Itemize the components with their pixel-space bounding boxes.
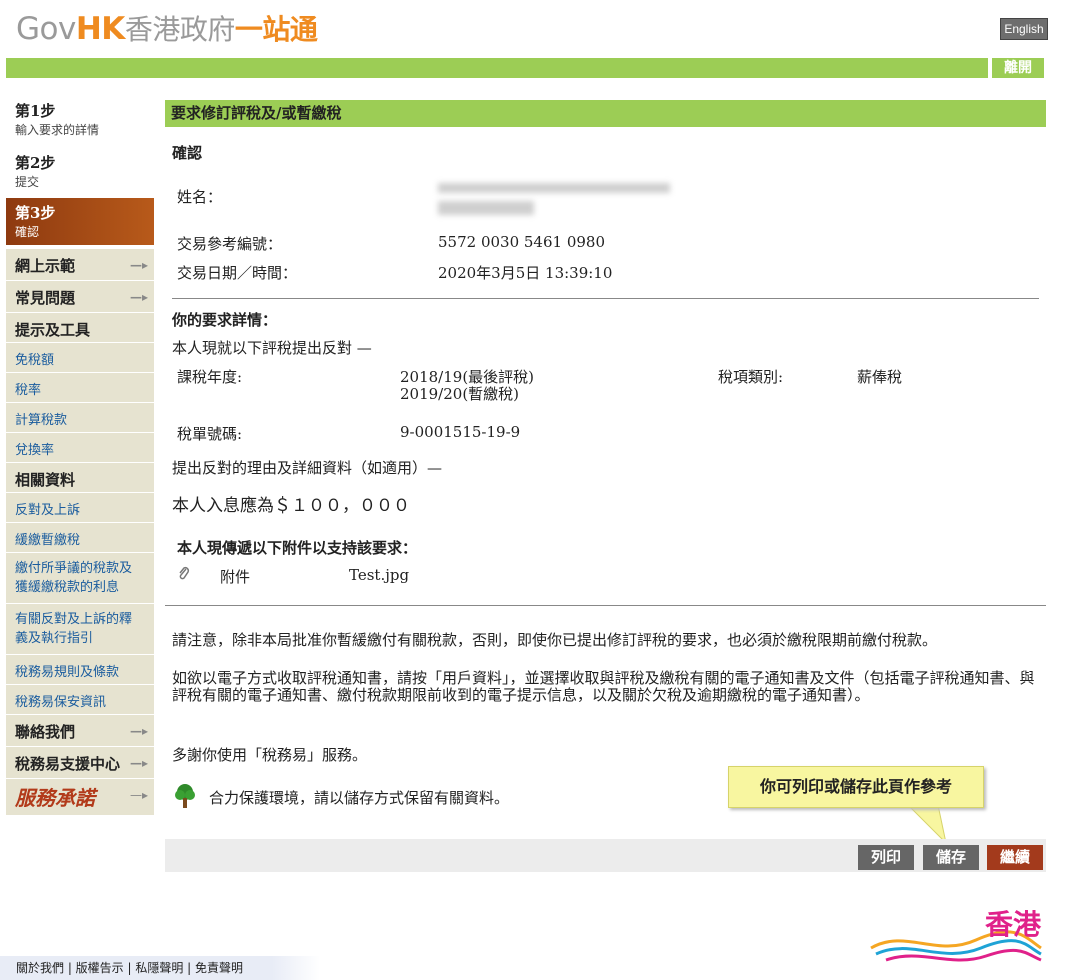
arrow-right-icon: —▸ <box>129 258 148 272</box>
sidebar-item-objection[interactable]: 反對及上訴 <box>6 493 154 523</box>
reason-value: 本人入息應為＄１００，０００ <box>172 496 410 516</box>
paperclip-icon <box>177 566 191 582</box>
english-button[interactable]: English <box>1000 18 1048 40</box>
arrow-right-icon: —▸ <box>129 290 148 304</box>
sidebar-item-exchange[interactable]: 兌換率 <box>6 433 154 463</box>
step-subtitle: 確認 <box>15 225 40 239</box>
logo-hk-text: HK <box>75 11 125 47</box>
reason-label: 提出反對的理由及詳細資料（如適用）— <box>172 459 443 477</box>
year-value-2: 2019/20(暫繳稅) <box>400 385 520 403</box>
sidebar-item-support[interactable]: 稅務易支援中心 —▸ <box>6 747 154 779</box>
sidebar-item-label: 常見問題 <box>15 289 76 307</box>
sidebar-item-label: 緩繳暫繳稅 <box>15 533 81 548</box>
logo-cn2-text: 一站通 <box>234 13 318 46</box>
step-1: 第1步 輸入要求的詳情 <box>6 96 154 148</box>
sidebar-item-contact[interactable]: 聯絡我們 —▸ <box>6 715 154 747</box>
note-e-notice: 如欲以電子方式收取評稅通知書，請按「用戶資料」，並選擇收取與評稅及繳稅有關的電子… <box>172 669 1035 704</box>
sidebar-item-label: 免稅額 <box>15 353 55 368</box>
continue-button[interactable]: 繼續 <box>987 845 1043 870</box>
print-button[interactable]: 列印 <box>858 845 914 870</box>
sidebar-item-label: 義及執行指引 <box>15 631 94 646</box>
sidebar-item-security[interactable]: 稅務易保安資訊 <box>6 685 154 715</box>
sidebar-item-label: 獲緩繳稅款的利息 <box>15 580 120 595</box>
sidebar-item-faq[interactable]: 常見問題 —▸ <box>6 281 154 313</box>
tax-type-value: 薪俸稅 <box>857 368 903 386</box>
eco-text: 合力保護環境，請以儲存方式保留有關資料。 <box>209 789 510 807</box>
attach-file-link[interactable]: Test.jpg <box>349 566 409 584</box>
sidebar-item-label: 反對及上訴 <box>15 503 81 518</box>
name-redacted <box>438 201 534 215</box>
step-3-active: 第3步 確認 <box>6 198 154 245</box>
sidebar-heading-tips: 提示及工具 <box>6 313 154 343</box>
sidebar-item-guide[interactable]: 有關反對及上訴的釋 義及執行指引 <box>6 604 154 655</box>
logo-gov-text: Gov <box>16 11 76 47</box>
name-label: 姓名： <box>177 188 223 206</box>
sidebar-item-label: 稅務易支援中心 <box>15 755 121 773</box>
attach-heading: 本人現傳遞以下附件以支持該要求： <box>177 539 418 557</box>
step-2: 第2步 提交 <box>6 148 154 198</box>
attach-label: 附件 <box>220 568 251 586</box>
txn-value: 5572 0030 5461 0980 <box>438 233 605 251</box>
sidebar-item-pledge[interactable]: 服務承諾 —▸ <box>6 779 154 816</box>
confirm-heading: 確認 <box>172 144 203 162</box>
logout-button[interactable]: 離開 <box>990 58 1044 78</box>
notice-value: 9-0001515-19-9 <box>400 423 521 441</box>
objection-intro: 本人現就以下評稅提出反對 — <box>172 339 372 357</box>
notice-label: 稅單號碼: <box>177 425 243 443</box>
name-redacted <box>438 183 670 193</box>
date-value: 2020年3月5日 13:39:10 <box>438 264 613 282</box>
save-print-tooltip: 你可列印或儲存此頁作參考 <box>728 766 984 808</box>
step-title: 第1步 <box>15 102 56 120</box>
sidebar-item-label: 服務承諾 <box>15 786 95 810</box>
sidebar-item-label: 聯絡我們 <box>15 723 76 741</box>
sidebar-item-demo[interactable]: 網上示範 —▸ <box>6 249 154 281</box>
sidebar-item-label: 繳付所爭議的稅款及 <box>15 561 133 576</box>
divider <box>165 605 1046 606</box>
logo-cn-text: 香港政府 <box>124 13 236 46</box>
arrow-right-icon: —▸ <box>129 788 148 802</box>
note-pay-tax: 請注意，除非本局批准你暫緩繳付有關稅款，否則，即使你已提出修訂評稅的要求，也必須… <box>172 631 938 649</box>
sidebar-item-rates[interactable]: 稅率 <box>6 373 154 403</box>
sidebar-heading-label: 提示及工具 <box>15 321 91 339</box>
tree-icon <box>173 783 197 809</box>
sidebar-heading-label: 相關資料 <box>15 471 76 489</box>
divider <box>172 298 1039 299</box>
thanks-text: 多謝你使用「稅務易」服務。 <box>172 746 368 764</box>
govhk-logo[interactable]: GovHK香港政府一站通 <box>16 8 318 48</box>
footer-links[interactable]: 關於我們 | 版權告示 | 私隱聲明 | 免責聲明 <box>0 956 320 980</box>
save-button[interactable]: 儲存 <box>923 845 979 870</box>
sidebar-item-label: 計算稅款 <box>15 413 68 428</box>
sidebar-item-calc[interactable]: 計算稅款 <box>6 403 154 433</box>
sidebar: 第1步 輸入要求的詳情 第2步 提交 第3步 確認 網上示範 —▸ 常見問題 —▸ … <box>6 96 154 816</box>
sidebar-item-label: 有關反對及上訴的釋 <box>15 612 133 627</box>
year-label: 課稅年度: <box>177 368 243 386</box>
txn-label: 交易參考編號： <box>177 235 283 253</box>
sidebar-item-rules[interactable]: 稅務易規則及條款 <box>6 655 154 685</box>
sidebar-heading-related: 相關資料 <box>6 463 154 493</box>
sidebar-item-label: 稅務易保安資訊 <box>15 695 107 710</box>
step-subtitle: 輸入要求的詳情 <box>15 123 100 137</box>
top-green-bar <box>6 58 988 78</box>
step-title: 第2步 <box>15 154 56 172</box>
sidebar-item-label: 稅務易規則及條款 <box>15 665 120 680</box>
arrow-right-icon: —▸ <box>129 724 148 738</box>
sidebar-item-holdover[interactable]: 緩繳暫繳稅 <box>6 523 154 553</box>
sidebar-item-label: 兌換率 <box>15 443 55 458</box>
page-title: 要求修訂評稅及/或暫繳稅 <box>165 100 1046 127</box>
sidebar-item-dispute[interactable]: 繳付所爭議的稅款及 獲緩繳稅款的利息 <box>6 553 154 604</box>
date-label: 交易日期／時間： <box>177 264 298 282</box>
sidebar-item-label: 稅率 <box>15 383 42 398</box>
sidebar-item-allowance[interactable]: 免稅額 <box>6 343 154 373</box>
tax-type-label: 稅項類別: <box>718 368 784 386</box>
step-title: 第3步 <box>15 204 56 222</box>
step-subtitle: 提交 <box>15 175 40 189</box>
sidebar-item-label: 網上示範 <box>15 257 76 275</box>
brand-text: 香港 <box>985 908 1042 941</box>
details-heading: 你的要求詳情： <box>172 311 278 329</box>
arrow-right-icon: —▸ <box>129 756 148 770</box>
